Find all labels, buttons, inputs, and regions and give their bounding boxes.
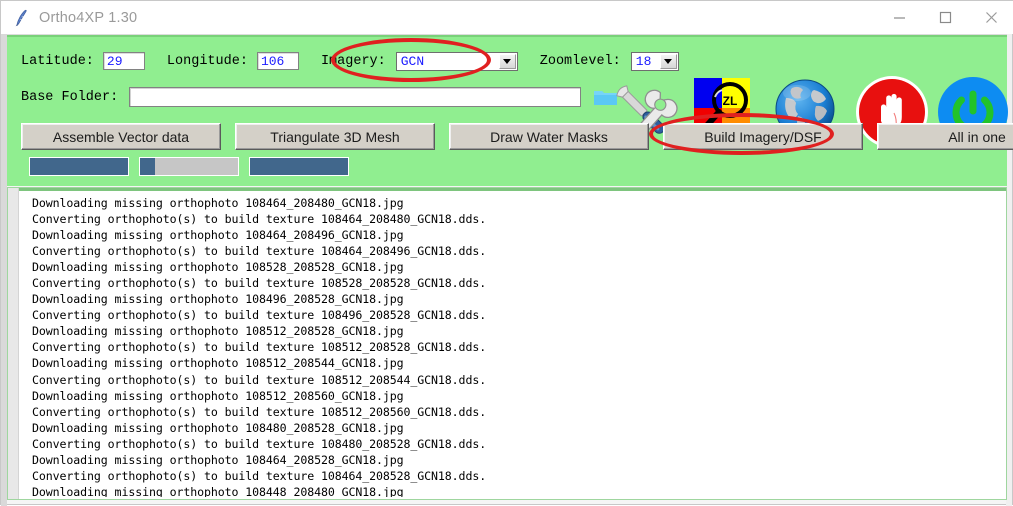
chevron-down-icon[interactable] <box>498 53 516 69</box>
coordinates-row: Latitude: Longitude: Imagery: GCN Zoomle… <box>21 50 679 72</box>
zoomlevel-value: 18 <box>635 53 652 69</box>
progress-bar-3 <box>249 157 349 176</box>
triangulate-3d-mesh-button[interactable]: Triangulate 3D Mesh <box>235 123 435 150</box>
latitude-label: Latitude: <box>21 53 94 69</box>
title-bar: Ortho4XP 1.30 <box>1 1 1013 34</box>
longitude-label: Longitude: <box>166 53 248 69</box>
imagery-dropdown[interactable]: GCN <box>395 51 518 71</box>
progress-bar-2 <box>139 157 239 176</box>
base-folder-row: Base Folder: <box>21 85 619 109</box>
all-in-one-button[interactable]: All in one <box>877 123 1013 150</box>
log-scrollbar[interactable] <box>8 188 19 499</box>
imagery-label: Imagery: <box>320 53 386 69</box>
progress-bar-3-fill <box>250 158 348 175</box>
base-folder-input[interactable] <box>129 87 582 107</box>
base-folder-label: Base Folder: <box>21 89 119 105</box>
close-icon[interactable] <box>968 1 1013 34</box>
window-controls <box>876 1 1013 34</box>
action-buttons-row: Assemble Vector data Triangulate 3D Mesh… <box>21 123 1013 151</box>
panel-top-line <box>7 35 1007 37</box>
zl-label: ZL <box>723 94 738 108</box>
chevron-down-icon[interactable] <box>659 53 677 69</box>
zoomlevel-label: Zoomlevel: <box>539 53 621 69</box>
maximize-icon[interactable] <box>922 1 968 34</box>
minimize-icon[interactable] <box>876 1 922 34</box>
window-title: Ortho4XP 1.30 <box>39 9 138 26</box>
imagery-value: GCN <box>400 53 425 69</box>
log-text: Downloading missing orthophoto 108464_20… <box>32 196 487 497</box>
zoomlevel-dropdown[interactable]: 18 <box>630 51 679 71</box>
progress-bar-1 <box>29 157 129 176</box>
build-imagery-dsf-button[interactable]: Build Imagery/DSF <box>663 123 863 150</box>
latitude-input[interactable] <box>102 52 145 70</box>
longitude-input[interactable] <box>256 52 299 70</box>
draw-water-masks-button[interactable]: Draw Water Masks <box>449 123 649 150</box>
assemble-vector-data-button[interactable]: Assemble Vector data <box>21 123 221 150</box>
progress-bar-1-fill <box>30 158 128 175</box>
progress-bar-2-fill <box>140 158 155 175</box>
python-feather-icon <box>11 7 33 29</box>
ortho4xp-main-window: Ortho4XP 1.30 Latitude: Longit <box>0 0 1013 506</box>
control-panel: Latitude: Longitude: Imagery: GCN Zoomle… <box>7 34 1013 186</box>
log-output-panel: Downloading missing orthophoto 108464_20… <box>7 187 1007 500</box>
